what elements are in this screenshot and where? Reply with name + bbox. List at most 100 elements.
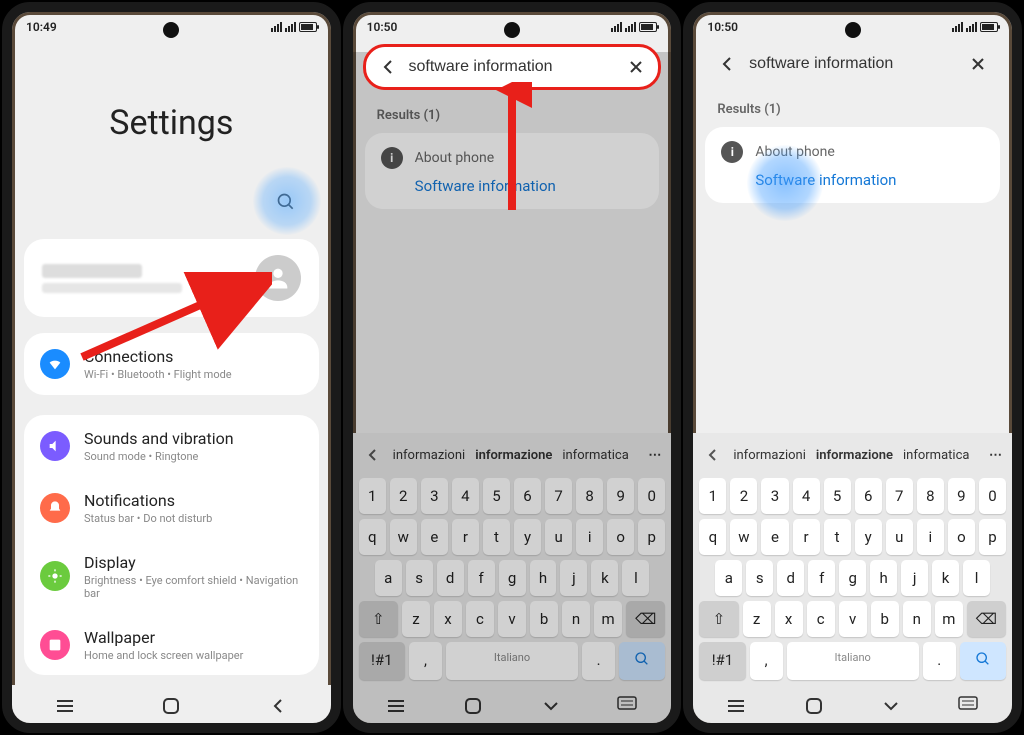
comma-key[interactable]: , [750,642,783,680]
key-3[interactable]: 3 [421,478,448,514]
period-key[interactable]: . [582,642,615,680]
shift-key[interactable]: ⇧ [699,601,738,637]
key-q[interactable]: q [359,519,386,555]
nav-recent[interactable] [385,695,407,717]
backspace-key[interactable]: ⌫ [626,601,665,637]
key-3[interactable]: 3 [761,478,788,514]
key-1[interactable]: 1 [359,478,386,514]
key-k[interactable]: k [591,560,618,596]
key-8[interactable]: 8 [576,478,603,514]
key-m[interactable]: m [594,601,622,637]
settings-item-sounds[interactable]: Sounds and vibrationSound mode • Rington… [24,415,319,477]
clear-button[interactable] [966,52,990,76]
shift-key[interactable]: ⇧ [359,601,398,637]
key-w[interactable]: w [730,519,757,555]
search-input[interactable] [749,55,956,73]
search-go-key[interactable] [960,642,1006,680]
nav-back[interactable] [267,695,289,717]
key-j[interactable]: j [560,560,587,596]
key-s[interactable]: s [746,560,773,596]
key-t[interactable]: t [824,519,851,555]
kb-icon[interactable] [617,695,639,717]
clear-button[interactable] [626,55,647,79]
key-w[interactable]: w [390,519,417,555]
key-2[interactable]: 2 [390,478,417,514]
key-z[interactable]: z [743,601,771,637]
nav-recent[interactable] [725,695,747,717]
key-g[interactable]: g [839,560,866,596]
key-c[interactable]: c [466,601,494,637]
result-card[interactable]: i About phone Software information [365,133,660,209]
settings-item-display[interactable]: DisplayBrightness • Eye comfort shield •… [24,539,319,614]
result-card[interactable]: i About phone Software information [705,127,1000,203]
suggest-back[interactable] [701,443,725,467]
suggestion-2[interactable]: informazione [473,444,554,467]
key-t[interactable]: t [483,519,510,555]
key-x[interactable]: x [775,601,803,637]
result-link[interactable]: Software information [755,171,984,189]
settings-item-wallpaper[interactable]: WallpaperHome and lock screen wallpaper [24,614,319,675]
nav-home[interactable] [462,695,484,717]
space-key[interactable]: Italiano [446,642,578,680]
search-go-key[interactable] [619,642,665,680]
key-o[interactable]: o [607,519,634,555]
key-a[interactable]: a [375,560,402,596]
key-c[interactable]: c [807,601,835,637]
kb-icon[interactable] [958,695,980,717]
key-u[interactable]: u [545,519,572,555]
key-1[interactable]: 1 [699,478,726,514]
nav-recent[interactable] [54,695,76,717]
key-y[interactable]: y [855,519,882,555]
key-l[interactable]: l [963,560,990,596]
key-i[interactable]: i [576,519,603,555]
key-q[interactable]: q [699,519,726,555]
key-b[interactable]: b [871,601,899,637]
nav-hide-kb[interactable] [880,695,902,717]
key-s[interactable]: s [406,560,433,596]
key-i[interactable]: i [917,519,944,555]
suggestion-2[interactable]: informazione [814,444,895,467]
nav-home[interactable] [160,695,182,717]
key-0[interactable]: 0 [638,478,665,514]
key-r[interactable]: r [793,519,820,555]
suggestion-3[interactable]: informatica [901,444,971,467]
key-g[interactable]: g [499,560,526,596]
key-v[interactable]: v [498,601,526,637]
backspace-key[interactable]: ⌫ [967,601,1006,637]
key-x[interactable]: x [434,601,462,637]
key-7[interactable]: 7 [886,478,913,514]
suggestion-more[interactable]: ⋯ [987,444,1004,467]
key-9[interactable]: 9 [948,478,975,514]
suggestion-1[interactable]: informazioni [731,444,808,467]
space-key[interactable]: Italiano [787,642,919,680]
back-button[interactable] [378,55,399,79]
key-9[interactable]: 9 [607,478,634,514]
suggestion-more[interactable]: ⋯ [646,444,663,467]
key-r[interactable]: r [452,519,479,555]
suggestion-3[interactable]: informatica [560,444,630,467]
key-f[interactable]: f [468,560,495,596]
symbols-key[interactable]: !#1 [359,642,405,680]
key-5[interactable]: 5 [824,478,851,514]
key-a[interactable]: a [715,560,742,596]
symbols-key[interactable]: !#1 [699,642,745,680]
comma-key[interactable]: , [409,642,442,680]
key-y[interactable]: y [514,519,541,555]
key-4[interactable]: 4 [452,478,479,514]
key-2[interactable]: 2 [730,478,757,514]
key-z[interactable]: z [402,601,430,637]
key-n[interactable]: n [562,601,590,637]
key-6[interactable]: 6 [855,478,882,514]
key-h[interactable]: h [530,560,557,596]
key-7[interactable]: 7 [545,478,572,514]
key-5[interactable]: 5 [483,478,510,514]
key-m[interactable]: m [935,601,963,637]
result-link[interactable]: Software information [415,177,644,195]
key-d[interactable]: d [437,560,464,596]
key-d[interactable]: d [777,560,804,596]
key-l[interactable]: l [622,560,649,596]
key-o[interactable]: o [948,519,975,555]
key-e[interactable]: e [761,519,788,555]
nav-hide-kb[interactable] [540,695,562,717]
key-8[interactable]: 8 [917,478,944,514]
